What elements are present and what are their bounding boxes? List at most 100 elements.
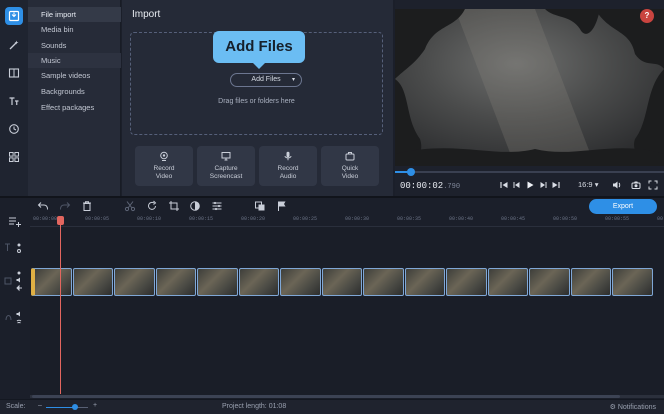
- video-clip[interactable]: [155, 268, 196, 296]
- zoom-out-icon[interactable]: –: [38, 402, 42, 409]
- previous-frame-icon[interactable]: [512, 180, 522, 190]
- aspect-ratio-select[interactable]: 16:9 ▾: [578, 180, 610, 191]
- volume-icon[interactable]: [612, 180, 622, 190]
- ruler-tick: 00:00:55: [605, 216, 630, 222]
- microphone-icon: [284, 151, 292, 161]
- scale-slider-fill: [46, 407, 76, 408]
- rotate-icon[interactable]: [146, 200, 158, 212]
- scrubber-progress: [395, 171, 409, 173]
- text-track-controls[interactable]: [4, 242, 26, 254]
- more-tools-tab[interactable]: [5, 148, 23, 166]
- video-editor-window: File import Media bin Sounds Music Sampl…: [0, 0, 664, 414]
- redo-icon[interactable]: [59, 200, 71, 212]
- go-to-end-icon[interactable]: [551, 180, 561, 190]
- import-tab[interactable]: [5, 7, 23, 25]
- quick-video-line2: Video: [341, 173, 359, 180]
- ruler-tick: 00:00:45: [501, 216, 526, 222]
- webcam-icon: [160, 151, 168, 161]
- video-clip[interactable]: [529, 268, 570, 296]
- project-length: Project length: 01:08: [222, 403, 287, 410]
- tool-rail: [0, 0, 28, 196]
- color-adjust-icon[interactable]: [189, 200, 201, 212]
- playhead-handle[interactable]: [57, 216, 64, 225]
- category-sample-videos[interactable]: Sample videos: [28, 68, 121, 83]
- crop-icon[interactable]: [168, 200, 180, 212]
- ruler-tick: 00:01:00: [657, 216, 664, 222]
- record-video-line1: Record: [153, 165, 175, 172]
- add-track-icon[interactable]: [8, 215, 22, 227]
- video-clip[interactable]: [31, 268, 72, 296]
- video-preview[interactable]: [395, 9, 664, 166]
- preview-scrubber[interactable]: [395, 168, 664, 176]
- scrubber-handle[interactable]: [407, 168, 416, 176]
- video-clip[interactable]: [363, 268, 404, 296]
- trash-icon[interactable]: [81, 200, 93, 212]
- ruler-tick: 00:00:35: [397, 216, 422, 222]
- video-clip[interactable]: [487, 268, 528, 296]
- video-clip[interactable]: [114, 268, 155, 296]
- fullscreen-icon[interactable]: [648, 180, 658, 190]
- video-clip[interactable]: [612, 268, 653, 296]
- notifications-label: Notifications: [617, 404, 656, 411]
- timeline-tracks[interactable]: [30, 227, 664, 397]
- play-icon[interactable]: [525, 180, 535, 190]
- video-clip[interactable]: [446, 268, 487, 296]
- video-track[interactable]: [31, 268, 664, 296]
- scrollbar-thumb[interactable]: [32, 395, 620, 398]
- camera-icon[interactable]: [631, 180, 641, 190]
- export-button[interactable]: Export: [589, 199, 657, 214]
- overlay-icon[interactable]: [254, 200, 266, 212]
- scissors-icon[interactable]: [124, 200, 136, 212]
- help-button[interactable]: ?: [640, 9, 654, 23]
- zoom-in-icon[interactable]: +: [93, 402, 97, 409]
- timeline-ruler[interactable]: 00:00:00 00:00:05 00:00:10 00:00:15 00:00:20…: [30, 216, 664, 225]
- category-file-import[interactable]: File import: [28, 7, 121, 22]
- status-bar: Scale: – + Project length: 01:08 ⚙ Notif…: [0, 399, 664, 414]
- titles-tab[interactable]: [5, 92, 23, 110]
- category-sounds[interactable]: Sounds: [28, 38, 121, 53]
- filters-tab[interactable]: [5, 120, 23, 138]
- go-to-start-icon[interactable]: [499, 180, 509, 190]
- next-frame-icon[interactable]: [538, 180, 548, 190]
- category-backgrounds[interactable]: Backgrounds: [28, 84, 121, 99]
- timecode-fraction: .790: [443, 183, 461, 191]
- flag-icon[interactable]: [276, 200, 288, 212]
- scale-label: Scale:: [6, 403, 26, 410]
- capture-screencast-button[interactable]: Capture Screencast: [197, 146, 255, 186]
- panel-title: Import: [132, 9, 161, 20]
- ruler-tick: 00:00:20: [241, 216, 266, 222]
- video-clip[interactable]: [197, 268, 238, 296]
- capture-screencast-line2: Screencast: [209, 173, 243, 180]
- quick-video-button[interactable]: Quick Video: [321, 146, 379, 186]
- clip-properties-icon[interactable]: [211, 200, 223, 212]
- timeline-toolbar: Export: [0, 198, 664, 215]
- category-music[interactable]: Music: [28, 53, 121, 68]
- record-video-button[interactable]: Record Video: [135, 146, 193, 186]
- video-clip[interactable]: [238, 268, 279, 296]
- video-clip[interactable]: [72, 268, 113, 296]
- scale-slider[interactable]: [46, 404, 88, 410]
- playhead[interactable]: [57, 216, 64, 394]
- record-audio-button[interactable]: Record Audio: [259, 146, 317, 186]
- transitions-tab[interactable]: [5, 64, 23, 82]
- audio-track-controls[interactable]: [4, 310, 26, 328]
- notifications-button[interactable]: ⚙ Notifications: [610, 403, 656, 411]
- effects-tab[interactable]: [5, 36, 23, 54]
- video-track-controls[interactable]: [4, 270, 26, 294]
- category-effect-packages[interactable]: Effect packages: [28, 100, 121, 115]
- grid-icon: [9, 152, 19, 162]
- add-files-button[interactable]: Add Files ▾: [230, 73, 302, 87]
- scale-slider-handle[interactable]: [72, 404, 79, 410]
- monitor-icon: [221, 152, 231, 161]
- gear-icon: ⚙: [609, 404, 616, 411]
- category-media-bin[interactable]: Media bin: [28, 22, 121, 37]
- video-clip[interactable]: [404, 268, 445, 296]
- video-clip[interactable]: [280, 268, 321, 296]
- ruler-tick: 00:00:10: [137, 216, 162, 222]
- video-clip[interactable]: [321, 268, 362, 296]
- ruler-tick: 00:00:15: [189, 216, 214, 222]
- undo-icon[interactable]: [37, 200, 49, 212]
- ruler-tick: 00:00:40: [449, 216, 474, 222]
- video-clip[interactable]: [570, 268, 611, 296]
- timeline-scrollbar[interactable]: [30, 395, 664, 398]
